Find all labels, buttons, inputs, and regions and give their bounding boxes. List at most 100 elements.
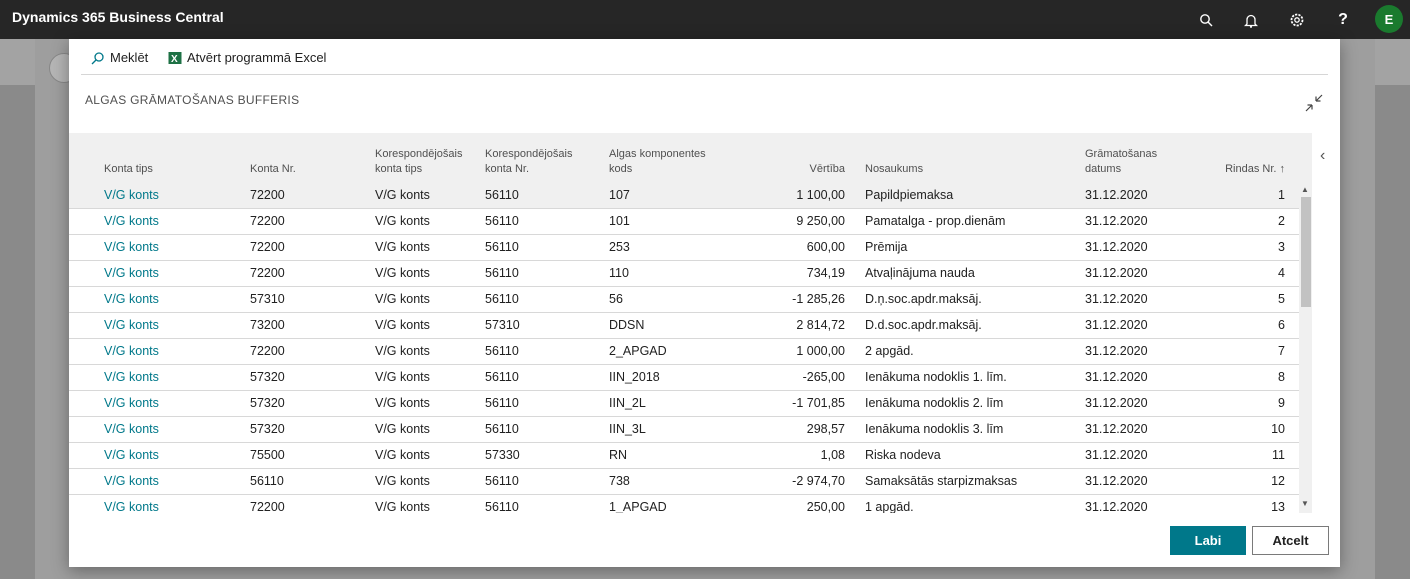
cell-kor-tips: V/G konts xyxy=(375,292,430,306)
cell-nosaukums: Samaksātās starpizmaksas xyxy=(865,474,1018,488)
cell-kods: DDSN xyxy=(609,318,645,332)
cell-rindas-nr: 7 xyxy=(1278,344,1285,358)
table-row[interactable]: V/G konts 72200 V/G konts 56110 101 9 250,00 P… xyxy=(69,209,1299,235)
cell-konta-tips[interactable]: V/G konts xyxy=(104,318,224,332)
column-header-nosaukums[interactable]: Nosaukums xyxy=(865,162,985,177)
search-action[interactable]: Meklēt xyxy=(91,50,148,65)
dialog-title: ALGAS GRĀMATOŠANAS BUFFERIS xyxy=(85,93,300,107)
table-row[interactable]: V/G konts 56110 V/G konts 56110 738 -2 974,70… xyxy=(69,469,1299,495)
table-row[interactable]: V/G konts 72200 V/G konts 56110 2_APGAD 1 000… xyxy=(69,339,1299,365)
column-header-datums[interactable]: Grāmatošanas datums xyxy=(1085,147,1169,177)
cell-kor-nr: 56110 xyxy=(485,266,519,280)
cell-konta-nr: 57310 xyxy=(250,292,285,306)
cell-konta-tips[interactable]: V/G konts xyxy=(104,474,224,488)
cell-kor-nr: 56110 xyxy=(485,240,519,254)
column-header-kods[interactable]: Algas komponentes kods xyxy=(609,147,719,177)
table-row[interactable]: V/G konts 57320 V/G konts 56110 IIN_2018 -265… xyxy=(69,365,1299,391)
table-row[interactable]: V/G konts 72200 V/G konts 56110 253 600,00 Prē… xyxy=(69,235,1299,261)
cell-kor-nr: 56110 xyxy=(485,422,519,436)
cell-konta-tips[interactable]: V/G konts xyxy=(104,500,224,513)
vertical-scrollbar[interactable]: ▲ ▼ xyxy=(1299,183,1311,509)
cell-kor-nr: 56110 xyxy=(485,474,519,488)
table-row[interactable]: V/G konts 75500 V/G konts 57330 RN 1,08 Riska … xyxy=(69,443,1299,469)
cell-kods: 1_APGAD xyxy=(609,500,667,513)
dialog-footer: Labi Atcelt xyxy=(69,513,1340,567)
cell-kor-nr: 56110 xyxy=(485,188,519,202)
cell-kor-tips: V/G konts xyxy=(375,318,430,332)
scroll-down-icon[interactable]: ▼ xyxy=(1301,499,1309,508)
cell-vertiba: 1 000,00 xyxy=(796,344,845,358)
cell-konta-tips[interactable]: V/G konts xyxy=(104,422,224,436)
cell-datums: 31.12.2020 xyxy=(1085,370,1148,384)
cell-datums: 31.12.2020 xyxy=(1085,318,1148,332)
cell-rindas-nr: 5 xyxy=(1278,292,1285,306)
search-icon xyxy=(91,51,104,64)
cell-konta-tips[interactable]: V/G konts xyxy=(104,344,224,358)
cell-konta-tips[interactable]: V/G konts xyxy=(104,214,224,228)
avatar[interactable]: E xyxy=(1375,5,1403,33)
cell-datums: 31.12.2020 xyxy=(1085,292,1148,306)
cell-rindas-nr: 11 xyxy=(1272,448,1285,462)
cell-konta-tips[interactable]: V/G konts xyxy=(104,448,224,462)
open-in-excel-action[interactable]: X Atvērt programmā Excel xyxy=(168,50,326,65)
cell-konta-nr: 72200 xyxy=(250,500,285,513)
cell-datums: 31.12.2020 xyxy=(1085,214,1148,228)
cell-nosaukums: Prēmija xyxy=(865,240,908,254)
cell-nosaukums: D.ņ.soc.apdr.maksāj. xyxy=(865,292,982,306)
cell-datums: 31.12.2020 xyxy=(1085,448,1148,462)
column-header-kor-tips[interactable]: Korespondējošais konta tips xyxy=(375,147,471,177)
cell-vertiba: 298,57 xyxy=(806,422,845,436)
column-header-konta-nr[interactable]: Konta Nr. xyxy=(250,162,360,177)
cell-kods: IIN_2018 xyxy=(609,370,660,384)
column-header-vertiba[interactable]: Vērtība xyxy=(769,162,845,177)
cell-konta-tips[interactable]: V/G konts xyxy=(104,370,224,384)
app-title[interactable]: Dynamics 365 Business Central xyxy=(12,9,224,25)
cell-nosaukums: 1 apgād. xyxy=(865,500,914,513)
cell-konta-nr: 57320 xyxy=(250,370,285,384)
cell-kor-tips: V/G konts xyxy=(375,396,430,410)
search-action-label: Meklēt xyxy=(110,50,149,65)
cell-rindas-nr: 13 xyxy=(1271,500,1285,513)
cell-kor-nr: 56110 xyxy=(485,370,519,384)
cancel-button[interactable]: Atcelt xyxy=(1252,526,1329,555)
dialog: Meklēt X Atvērt programmā Excel ALGAS GR… xyxy=(69,39,1340,567)
scrollbar-thumb[interactable] xyxy=(1301,197,1311,307)
column-header-kor-nr[interactable]: Korespondējošais konta Nr. xyxy=(485,147,581,177)
collapse-icon[interactable] xyxy=(1303,92,1325,114)
cell-kods: 101 xyxy=(609,214,630,228)
table-row[interactable]: V/G konts 72200 V/G konts 56110 110 734,19 Atv… xyxy=(69,261,1299,287)
cell-kor-nr: 56110 xyxy=(485,500,519,513)
scroll-up-icon[interactable]: ▲ xyxy=(1301,185,1309,194)
cell-rindas-nr: 3 xyxy=(1278,240,1285,254)
search-icon[interactable] xyxy=(1196,10,1216,30)
column-header-konta-tips[interactable]: Konta tips xyxy=(104,162,224,177)
cell-rindas-nr: 12 xyxy=(1271,474,1285,488)
bell-icon[interactable] xyxy=(1241,10,1261,30)
cell-vertiba: -1 701,85 xyxy=(792,396,845,410)
column-header-rindas-nr[interactable]: Rindas Nr. ↑ xyxy=(1199,162,1285,177)
help-icon[interactable]: ? xyxy=(1333,10,1353,30)
cell-konta-tips[interactable]: V/G konts xyxy=(104,292,224,306)
table-row[interactable]: V/G konts 72200 V/G konts 56110 107 1 100,00 P… xyxy=(69,183,1299,209)
table-row[interactable]: V/G konts 57320 V/G konts 56110 IIN_3L 298,57… xyxy=(69,417,1299,443)
table-row[interactable]: V/G konts 57310 V/G konts 56110 56 -1 285,26 D… xyxy=(69,287,1299,313)
cell-konta-tips[interactable]: V/G konts xyxy=(104,240,224,254)
chevron-left-icon[interactable]: ‹ xyxy=(1320,147,1325,165)
ok-button[interactable]: Labi xyxy=(1170,526,1246,555)
cell-konta-tips[interactable]: V/G konts xyxy=(104,396,224,410)
table-row[interactable]: V/G konts 72200 V/G konts 56110 1_APGAD 250,0… xyxy=(69,495,1299,513)
cell-konta-tips[interactable]: V/G konts xyxy=(104,188,224,202)
cell-rindas-nr: 9 xyxy=(1278,396,1285,410)
table-row[interactable]: V/G konts 73200 V/G konts 57310 DDSN 2 814,72… xyxy=(69,313,1299,339)
table-row[interactable]: V/G konts 57320 V/G konts 56110 IIN_2L -1 701… xyxy=(69,391,1299,417)
gear-icon[interactable] xyxy=(1287,10,1307,30)
excel-icon: X xyxy=(168,51,182,65)
cell-kods: IIN_3L xyxy=(609,422,646,436)
cell-nosaukums: Ienākuma nodoklis 1. līm. xyxy=(865,370,1007,384)
cell-konta-tips[interactable]: V/G konts xyxy=(104,266,224,280)
cell-rindas-nr: 10 xyxy=(1271,422,1285,436)
svg-text:X: X xyxy=(171,54,178,65)
cell-rindas-nr: 6 xyxy=(1278,318,1285,332)
cell-konta-nr: 72200 xyxy=(250,344,285,358)
cell-kods: 738 xyxy=(609,474,630,488)
